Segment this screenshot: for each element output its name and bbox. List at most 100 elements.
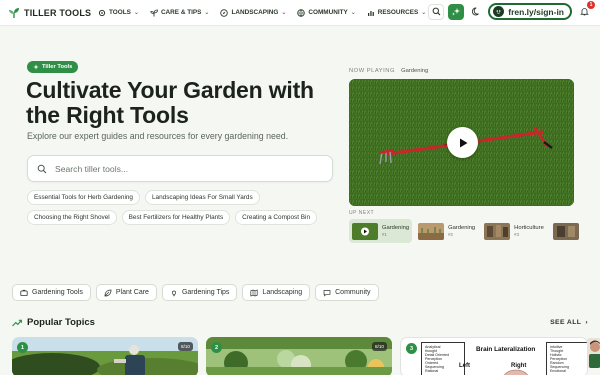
suggestion-chip[interactable]: Best Fertilizers for Healthy Plants [121, 210, 231, 225]
sparkle-icon [33, 64, 39, 70]
chevron-down-icon: ⌄ [350, 10, 356, 16]
brain-right-traits: Intuitive Thought Holistic Perception Ra… [546, 342, 587, 375]
top-nav: TILLER TOOLS TOOLS ⌄ CARE & TIPS ⌄ LANDS… [0, 0, 600, 26]
suggestion-chip[interactable]: Landscaping Ideas For Small Yards [145, 190, 260, 205]
nav-item-tools[interactable]: TOOLS ⌄ [98, 9, 139, 17]
suggestion-chip[interactable]: Creating a Compost Bin [235, 210, 318, 225]
brain-left-label: Left [459, 363, 470, 369]
leaf-icon [104, 289, 112, 296]
queue-number: #3 [514, 232, 520, 237]
category-plant-care[interactable]: Plant Care [95, 284, 157, 301]
sparkle-icon [452, 7, 461, 15]
category-gardening-tools[interactable]: Gardening Tools [12, 284, 91, 301]
category-gardening-tips[interactable]: Gardening Tips [161, 284, 238, 301]
brain-illustration [503, 369, 529, 375]
search-input[interactable] [55, 163, 315, 174]
queue-item[interactable] [550, 219, 586, 243]
chat-icon [323, 289, 331, 297]
hero-tag: Tiller Tools [27, 61, 79, 73]
now-playing-title: Gardening [401, 68, 429, 74]
lightbulb-icon [171, 290, 176, 296]
gear-icon [98, 9, 106, 16]
tools-icon [20, 289, 28, 296]
chevron-down-icon: ⌄ [281, 10, 287, 16]
main-menu: TOOLS ⌄ CARE & TIPS ⌄ LANDSCAPING ⌄ COMM… [98, 8, 427, 17]
compass-icon [220, 8, 229, 17]
topic-image [12, 337, 198, 375]
brand-logo[interactable]: TILLER TOOLS [8, 7, 96, 19]
category-label: Gardening Tips [181, 289, 230, 296]
category-community[interactable]: Community [315, 284, 379, 301]
moon-icon [471, 7, 479, 16]
queue-number: #2 [448, 232, 453, 237]
frenly-logo-icon [493, 6, 505, 17]
queue-thumbnail [484, 222, 511, 240]
hero-tag-label: Tiller Tools [42, 64, 73, 70]
queue-thumbnail [552, 222, 579, 240]
category-landscaping[interactable]: Landscaping [242, 284, 311, 301]
category-tabs: Gardening Tools Plant Care Gardening Tip… [12, 284, 379, 301]
nav-item-community[interactable]: COMMUNITY ⌄ [297, 8, 356, 17]
chevron-right-icon: › [585, 319, 588, 326]
nav-label: RESOURCES [377, 9, 419, 16]
queue-title: Gardening [382, 225, 410, 231]
queue-item[interactable]: Gardening #1 [349, 219, 413, 243]
brain-title: Brain Lateralization [476, 346, 536, 353]
queue-title: Horticulture [514, 225, 544, 231]
queue-item[interactable]: Horticulture #3 [481, 219, 547, 243]
nav-label: CARE & TIPS [160, 9, 202, 16]
search-button[interactable] [428, 3, 445, 20]
play-icon [459, 138, 467, 147]
nav-actions: fren.ly/sign-in 1 [428, 0, 595, 20]
nav-label: TOOLS [109, 9, 131, 16]
topic-image [206, 337, 392, 375]
now-playing-label: NOW PLAYING [349, 68, 395, 74]
topic-card-3[interactable]: 3 Analytical thought Detail Oriented Per… [400, 337, 588, 375]
queue-number: #1 [382, 232, 387, 237]
nav-label: LANDSCAPING [231, 9, 279, 16]
assistant-avatar[interactable] [587, 338, 600, 368]
trending-up-icon [12, 319, 22, 326]
search-box [27, 155, 333, 182]
globe-icon [297, 8, 306, 17]
avatar-image [587, 338, 600, 368]
category-label: Community [335, 289, 371, 296]
nav-item-resources[interactable]: RESOURCES ⌄ [367, 9, 427, 17]
nav-item-care-tips[interactable]: CARE & TIPS ⌄ [150, 9, 210, 17]
theme-toggle-button[interactable] [468, 3, 485, 20]
hero-subtitle: Explore our expert guides and resources … [27, 131, 289, 141]
see-all-link[interactable]: SEE ALL › [550, 319, 588, 326]
nav-item-landscaping[interactable]: LANDSCAPING ⌄ [220, 8, 287, 17]
topic-rank-badge: 1 [17, 342, 28, 353]
sparkle-button[interactable] [448, 3, 465, 20]
sprout-logo-icon [9, 7, 19, 18]
brand-name: TILLER TOOLS [24, 7, 92, 18]
map-icon [250, 289, 258, 296]
category-label: Landscaping [262, 289, 303, 296]
topic-score: 8/10 [372, 342, 387, 351]
chevron-down-icon: ⌄ [204, 10, 210, 16]
suggestion-chips: Essential Tools for Herb Gardening Lands… [27, 190, 339, 225]
suggestion-chip[interactable]: Choosing the Right Shovel [27, 210, 117, 225]
chevron-down-icon: ⌄ [133, 10, 139, 16]
category-label: Gardening Tools [32, 289, 83, 296]
topic-card-2[interactable]: 2 8/10 [206, 337, 392, 375]
queue-title: Gardening [448, 225, 476, 231]
topic-score: 8/10 [178, 342, 193, 351]
bell-icon [579, 8, 589, 16]
up-next-label: UP NEXT [349, 210, 375, 216]
popular-topics-title: Popular Topics [27, 317, 95, 328]
play-button[interactable] [447, 127, 478, 158]
chevron-down-icon: ⌄ [421, 10, 427, 16]
brain-left-traits: Analytical thought Detail Oriented Perce… [421, 342, 465, 375]
sign-in-button[interactable]: fren.ly/sign-in [488, 3, 572, 20]
suggestion-chip[interactable]: Essential Tools for Herb Gardening [27, 190, 140, 205]
queue-item[interactable]: Gardening #2 [415, 219, 478, 243]
topic-card-1[interactable]: 1 8/10 [12, 337, 198, 375]
notifications-button[interactable]: 1 [576, 0, 595, 20]
category-label: Plant Care [115, 289, 149, 296]
search-icon [37, 164, 47, 173]
brain-trait: Rational [425, 369, 439, 373]
sign-in-label: fren.ly/sign-in [508, 6, 564, 17]
bar-chart-icon [367, 10, 374, 16]
